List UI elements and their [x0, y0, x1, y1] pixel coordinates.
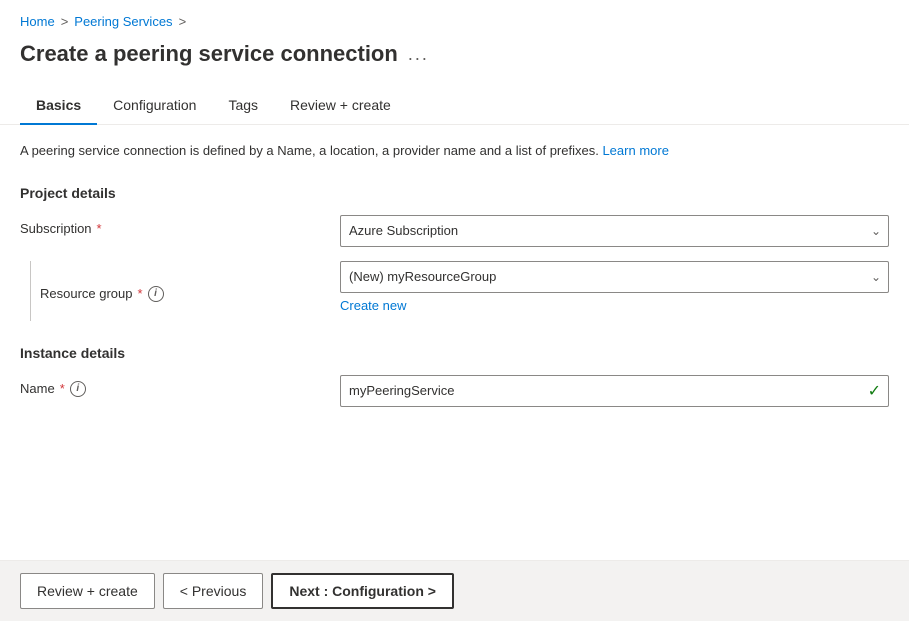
- name-input-col: ✓: [340, 375, 889, 407]
- name-input[interactable]: [340, 375, 889, 407]
- create-new-link[interactable]: Create new: [340, 298, 406, 313]
- page-title: Create a peering service connection: [20, 41, 398, 67]
- tab-configuration[interactable]: Configuration: [97, 87, 212, 125]
- subscription-required: *: [97, 221, 102, 236]
- name-required: *: [60, 381, 65, 396]
- resource-group-required: *: [138, 286, 143, 301]
- subscription-select[interactable]: Azure Subscription: [340, 215, 889, 247]
- name-label-col: Name * i: [20, 375, 320, 397]
- resource-group-label: Resource group: [40, 286, 133, 301]
- resource-group-select[interactable]: (New) myResourceGroup: [340, 261, 889, 293]
- resource-group-info-icon[interactable]: i: [148, 286, 164, 302]
- next-button[interactable]: Next : Configuration >: [271, 573, 454, 609]
- breadcrumb-home[interactable]: Home: [20, 14, 55, 29]
- name-input-wrapper: ✓: [340, 375, 889, 407]
- resource-group-indent-col: Resource group * i: [20, 261, 320, 321]
- tab-basics[interactable]: Basics: [20, 87, 97, 125]
- tab-review-create[interactable]: Review + create: [274, 87, 407, 125]
- ellipsis-icon[interactable]: ...: [408, 44, 429, 65]
- resource-group-select-wrapper: (New) myResourceGroup ⌄: [340, 261, 889, 293]
- project-details-title: Project details: [20, 185, 889, 201]
- subscription-label-col: Subscription *: [20, 215, 320, 236]
- name-info-icon[interactable]: i: [70, 381, 86, 397]
- name-label: Name: [20, 381, 55, 396]
- tabs-bar: Basics Configuration Tags Review + creat…: [0, 87, 909, 125]
- subscription-select-wrapper: Azure Subscription ⌄: [340, 215, 889, 247]
- name-row: Name * i ✓: [20, 375, 889, 407]
- breadcrumb: Home > Peering Services >: [0, 0, 909, 37]
- instance-details-title: Instance details: [20, 345, 889, 361]
- page-header: Create a peering service connection ...: [0, 37, 909, 87]
- indent-line: [30, 261, 31, 321]
- breadcrumb-sep2: >: [179, 14, 187, 29]
- description-text: A peering service connection is defined …: [20, 141, 889, 161]
- previous-button[interactable]: < Previous: [163, 573, 264, 609]
- resource-group-input-col: (New) myResourceGroup ⌄ Create new: [340, 261, 889, 313]
- subscription-row: Subscription * Azure Subscription ⌄: [20, 215, 889, 247]
- tab-tags[interactable]: Tags: [212, 87, 274, 125]
- subscription-label: Subscription: [20, 221, 92, 236]
- subscription-input-col: Azure Subscription ⌄: [340, 215, 889, 247]
- resource-group-label-group: Resource group * i: [40, 261, 164, 321]
- review-create-button[interactable]: Review + create: [20, 573, 155, 609]
- bottom-bar: Review + create < Previous Next : Config…: [0, 560, 909, 621]
- learn-more-link[interactable]: Learn more: [602, 143, 668, 158]
- breadcrumb-sep1: >: [61, 14, 69, 29]
- form-area: A peering service connection is defined …: [0, 141, 909, 407]
- name-valid-icon: ✓: [868, 381, 881, 401]
- breadcrumb-peering-services[interactable]: Peering Services: [74, 14, 172, 29]
- resource-group-section: Resource group * i (New) myResourceGroup…: [20, 261, 889, 321]
